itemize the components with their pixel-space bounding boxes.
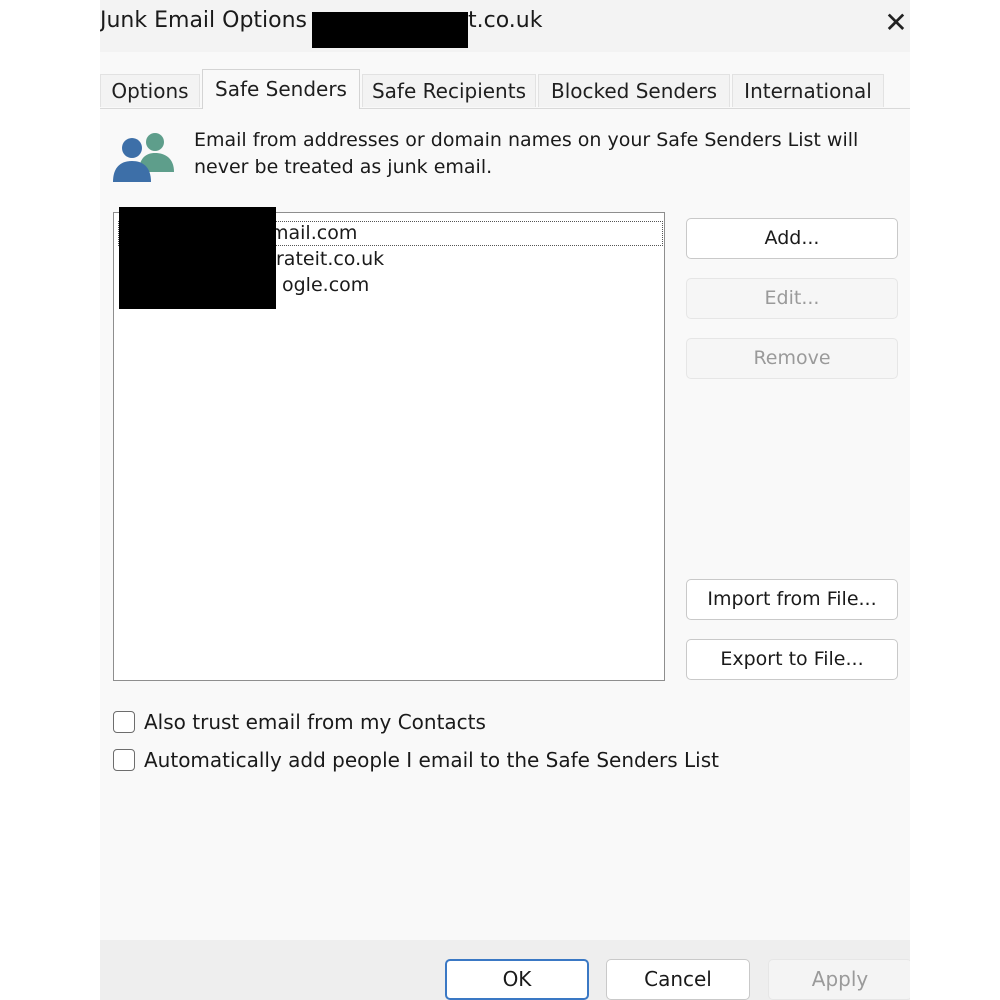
remove-button[interactable]: Remove xyxy=(686,338,898,379)
trust-contacts-label: Also trust email from my Contacts xyxy=(144,710,486,734)
window-title-suffix: t.co.uk xyxy=(468,8,543,33)
description-text: Email from addresses or domain names on … xyxy=(194,129,859,178)
title-bar: Junk Email Options - t.co.uk ✕ xyxy=(100,0,910,52)
tab-blocked-senders[interactable]: Blocked Senders xyxy=(538,74,730,107)
apply-button[interactable]: Apply xyxy=(768,959,910,1000)
tab-international[interactable]: International xyxy=(732,74,884,107)
auto-add-label: Automatically add people I email to the … xyxy=(144,748,719,772)
people-icon xyxy=(113,133,174,182)
tab-safe-recipients[interactable]: Safe Recipients xyxy=(362,74,536,107)
close-icon[interactable]: ✕ xyxy=(881,6,910,40)
trust-contacts-checkbox[interactable] xyxy=(113,711,135,733)
dialog-footer: OK Cancel Apply xyxy=(100,940,910,1000)
list-item-text: mail.com xyxy=(270,222,358,244)
ok-button[interactable]: OK xyxy=(445,959,589,1000)
add-button[interactable]: Add... xyxy=(686,218,898,259)
edit-button[interactable]: Edit... xyxy=(686,278,898,319)
redaction-block xyxy=(119,207,276,309)
export-to-file-button[interactable]: Export to File... xyxy=(686,639,898,680)
tab-strip: Options Safe Senders Safe Recipients Blo… xyxy=(100,69,910,109)
cancel-button[interactable]: Cancel xyxy=(606,959,750,1000)
import-from-file-button[interactable]: Import from File... xyxy=(686,579,898,620)
auto-add-checkbox[interactable] xyxy=(113,749,135,771)
list-item-text: rateit.co.uk xyxy=(276,248,385,270)
redaction-block xyxy=(312,12,468,48)
list-item-text: ogle.com xyxy=(282,274,370,296)
tab-options[interactable]: Options xyxy=(100,74,200,107)
junk-email-options-dialog: Junk Email Options - t.co.uk ✕ Options S… xyxy=(100,0,910,1000)
window-title: Junk Email Options - xyxy=(100,8,322,33)
safe-senders-list[interactable]: mail.com rateit.co.uk ogle.com xyxy=(113,207,665,681)
tab-safe-senders[interactable]: Safe Senders xyxy=(202,69,360,109)
